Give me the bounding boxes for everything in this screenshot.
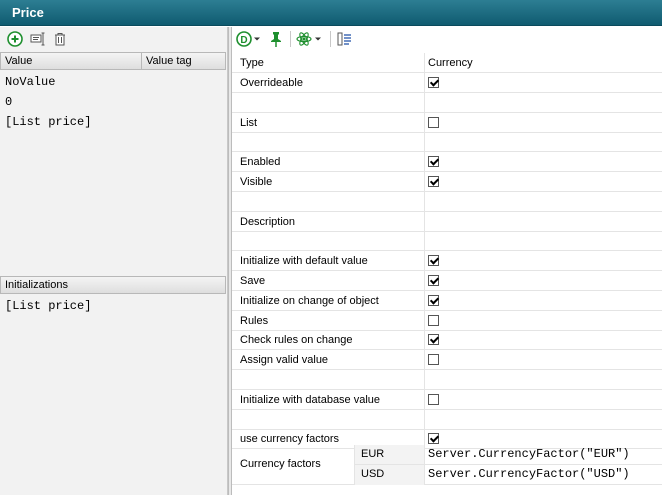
- checkbox[interactable]: [428, 314, 439, 326]
- checkbox[interactable]: [428, 354, 439, 366]
- property-label: Overrideable: [240, 77, 303, 89]
- value-row[interactable]: 0: [5, 92, 12, 112]
- property-row[interactable]: List: [232, 112, 662, 133]
- checkbox[interactable]: [428, 334, 439, 346]
- property-label: Assign valid value: [240, 354, 329, 367]
- column-separator: [424, 370, 425, 389]
- edit-tag-icon[interactable]: [29, 30, 47, 48]
- checkbox[interactable]: [428, 116, 439, 128]
- property-row-empty[interactable]: [232, 231, 662, 252]
- checkbox[interactable]: [428, 294, 439, 306]
- property-label: Rules: [240, 314, 269, 327]
- column-separator: [424, 389, 425, 409]
- column-separator: [424, 310, 425, 330]
- property-row-empty[interactable]: [232, 92, 662, 113]
- property-label: Check rules on change: [240, 334, 353, 347]
- property-row[interactable]: Rules: [232, 310, 662, 331]
- currency-code-eur: EUR: [361, 448, 385, 460]
- add-circle-icon[interactable]: [6, 30, 24, 48]
- svg-text:D: D: [240, 35, 247, 46]
- column-separator: [424, 172, 425, 191]
- currency-factor-expression[interactable]: Server.CurrencyFactor("USD"): [428, 467, 630, 481]
- checkbox[interactable]: [428, 393, 439, 405]
- list-icon[interactable]: [336, 30, 354, 48]
- row-separator: [354, 464, 662, 465]
- column-header-value[interactable]: Value: [1, 53, 142, 69]
- column-separator: [424, 231, 425, 251]
- column-separator: [424, 73, 425, 92]
- property-row-empty[interactable]: [232, 191, 662, 212]
- column-separator: [424, 290, 425, 310]
- column-separator: [424, 409, 425, 429]
- initialization-row[interactable]: [List price]: [5, 296, 91, 316]
- column-separator: [424, 350, 425, 370]
- currency-factors-row: Currency factors EUR USD Server.Currency…: [232, 445, 662, 485]
- property-row-empty[interactable]: [232, 409, 662, 430]
- checkbox[interactable]: [428, 255, 439, 267]
- property-row[interactable]: Assign valid value: [232, 350, 662, 371]
- property-label: Description: [240, 215, 296, 228]
- d-circle-dropdown-icon[interactable]: D: [236, 30, 262, 48]
- values-table-header: Value Value tag: [0, 52, 226, 70]
- column-separator: [424, 330, 425, 350]
- column-separator: [424, 132, 425, 152]
- toolbar-separator: [290, 31, 291, 47]
- property-row[interactable]: Check rules on change: [232, 330, 662, 351]
- initializations-header: Initializations: [0, 276, 226, 294]
- property-row-type[interactable]: Type Currency: [232, 53, 662, 73]
- property-row[interactable]: Initialize with default value: [232, 251, 662, 272]
- right-toolbar: D: [232, 27, 662, 51]
- column-separator: [424, 152, 425, 172]
- initializations-title: Initializations: [5, 279, 68, 291]
- window-title: Price: [12, 5, 44, 20]
- toolbar-separator: [330, 31, 331, 47]
- column-separator: [424, 53, 425, 72]
- title-bar: Price: [0, 0, 662, 26]
- pin-icon[interactable]: [267, 30, 285, 48]
- property-label: Save: [240, 275, 266, 287]
- column-separator: [424, 191, 425, 211]
- checkbox[interactable]: [428, 156, 439, 168]
- left-toolbar: [0, 27, 228, 51]
- left-panel: Value Value tag NoValue 0 [List price] I…: [0, 27, 228, 495]
- value-row[interactable]: [List price]: [5, 112, 91, 132]
- property-label: Type: [240, 57, 264, 69]
- checkbox[interactable]: [428, 77, 439, 88]
- currency-factor-expression[interactable]: Server.CurrencyFactor("EUR"): [428, 447, 630, 461]
- atom-dropdown-icon[interactable]: [296, 30, 324, 48]
- property-label: Initialize with database value: [240, 393, 381, 406]
- property-label: Enabled: [240, 156, 281, 169]
- property-row[interactable]: Initialize with database value: [232, 389, 662, 410]
- property-row[interactable]: Description: [232, 211, 662, 232]
- properties-panel: D Type Currency Overrideable List Enabled V…: [232, 27, 662, 495]
- property-value-type[interactable]: Currency: [428, 53, 473, 72]
- currency-column: EUR USD: [354, 445, 424, 485]
- value-row[interactable]: NoValue: [5, 72, 55, 92]
- currency-code-usd: USD: [361, 468, 385, 480]
- property-label: List: [240, 116, 258, 129]
- column-separator: [424, 445, 425, 485]
- property-label: Initialize on change of object: [240, 294, 379, 307]
- property-label: Visible: [240, 176, 273, 188]
- currency-factors-label: Currency factors: [240, 458, 321, 470]
- column-separator: [424, 112, 425, 132]
- property-row[interactable]: Visible: [232, 172, 662, 192]
- property-row[interactable]: Overrideable: [232, 73, 662, 93]
- property-row-empty[interactable]: [232, 132, 662, 153]
- column-separator: [424, 251, 425, 271]
- checkbox[interactable]: [428, 176, 439, 187]
- property-row[interactable]: Save: [232, 271, 662, 291]
- property-row[interactable]: Enabled: [232, 152, 662, 173]
- trash-icon[interactable]: [51, 30, 69, 48]
- column-separator: [424, 271, 425, 290]
- property-label: Initialize with default value: [240, 255, 368, 268]
- property-row[interactable]: Initialize on change of object: [232, 290, 662, 311]
- column-separator: [424, 211, 425, 231]
- property-row-empty[interactable]: [232, 370, 662, 390]
- checkbox[interactable]: [428, 433, 439, 445]
- column-header-value-tag[interactable]: Value tag: [142, 53, 225, 69]
- column-separator: [424, 92, 425, 112]
- checkbox[interactable]: [428, 275, 439, 286]
